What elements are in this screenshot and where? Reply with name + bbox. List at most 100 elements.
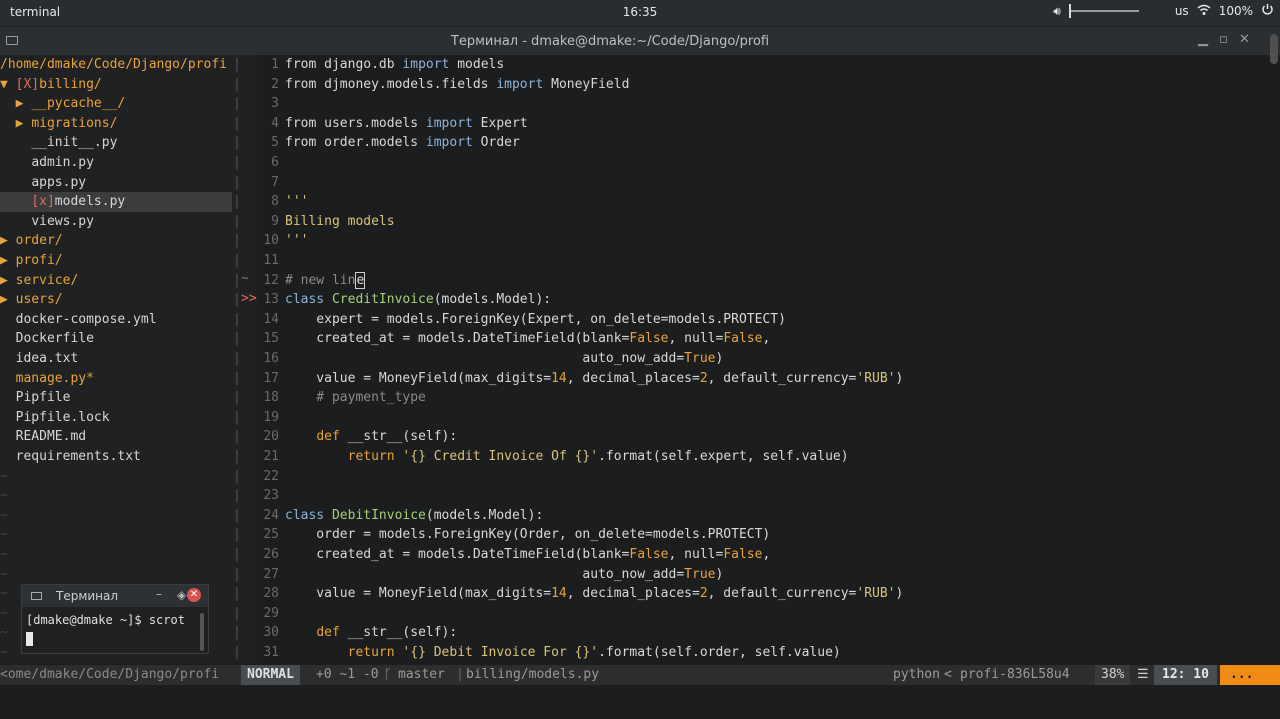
- wifi-icon[interactable]: [1197, 4, 1211, 19]
- tree-file[interactable]: README.md: [0, 427, 232, 447]
- code-line[interactable]: 3: [257, 94, 1270, 114]
- code-token: , null=: [668, 547, 724, 562]
- command-line[interactable]: [0, 685, 1280, 719]
- window-titlebar[interactable]: Терминал - dmake@dmake:~/Code/Django/pro…: [0, 27, 1280, 55]
- tree-file[interactable]: views.py: [0, 212, 232, 232]
- code-line[interactable]: 12 # new line: [257, 271, 1270, 291]
- code-line[interactable]: 18 # payment_type: [257, 388, 1270, 408]
- status-filetype: python: [893, 667, 940, 682]
- tree-folder[interactable]: ▶ __pycache__/: [0, 94, 232, 114]
- code-token: 'RUB': [856, 370, 896, 386]
- code-line[interactable]: 20 def __str__(self):: [257, 427, 1270, 447]
- volume-slider[interactable]: [1068, 4, 1139, 18]
- code-line[interactable]: 1 from django.db import models: [257, 55, 1270, 75]
- mini-terminal-prompt[interactable]: [dmake@dmake ~]$ scrot: [26, 613, 185, 627]
- mini-terminal-window[interactable]: Терминал – ◈ ✕ [dmake@dmake ~]$ scrot: [21, 584, 209, 654]
- code-token: , default_currency=: [707, 586, 857, 602]
- power-icon[interactable]: [1261, 3, 1274, 19]
- code-line[interactable]: 24 class DebitInvoice(models.Model):: [257, 506, 1270, 526]
- tree-file[interactable]: admin.py: [0, 153, 232, 173]
- code-token: return: [347, 645, 395, 660]
- maximize-icon[interactable]: ◈: [177, 588, 186, 602]
- code-token: (models.Model):: [425, 507, 544, 523]
- tree-entry-label: idea.txt: [15, 351, 79, 366]
- tree-root-path[interactable]: /home/dmake/Code/Django/profi: [0, 55, 232, 75]
- code-line[interactable]: 14 expert = models.ForeignKey(Expert, on…: [257, 310, 1270, 330]
- status-tree-path: <ome/dmake/Code/Django/profi: [0, 667, 220, 682]
- code-line[interactable]: 5 from order.models import Order: [257, 133, 1270, 153]
- code-token: # payment_type: [285, 390, 426, 406]
- tree-file[interactable]: idea.txt: [0, 349, 232, 369]
- system-tray: 🔊︎ us 100%: [1053, 3, 1274, 19]
- code-line[interactable]: 26 created_at = models.DateTimeField(bla…: [257, 545, 1270, 565]
- code-line[interactable]: 19: [257, 408, 1270, 428]
- code-editor[interactable]: 1 from django.db import models 2 from djmon…: [257, 55, 1270, 663]
- tree-folder[interactable]: ▶ profi/: [0, 251, 232, 271]
- tree-file[interactable]: Pipfile.lock: [0, 408, 232, 428]
- tree-file[interactable]: docker-compose.yml: [0, 310, 232, 330]
- tree-file[interactable]: apps.py: [0, 173, 232, 193]
- code-line[interactable]: 4 from users.models import Expert: [257, 114, 1270, 134]
- line-number: 16: [263, 351, 279, 366]
- code-line[interactable]: 29: [257, 604, 1270, 624]
- code-token: CreditInvoice: [331, 292, 434, 308]
- code-line[interactable]: 7: [257, 173, 1270, 193]
- maximize-icon[interactable]: ▫: [1219, 32, 1228, 47]
- code-line[interactable]: 30 def __str__(self):: [257, 623, 1270, 643]
- tree-file[interactable]: Pipfile: [0, 388, 232, 408]
- tree-separator: |: [233, 449, 241, 464]
- minimize-icon[interactable]: –: [156, 587, 162, 601]
- code-line[interactable]: 13 class CreditInvoice(models.Model):: [257, 290, 1270, 310]
- mini-terminal-titlebar[interactable]: Терминал – ◈ ✕: [22, 585, 208, 607]
- tree-file[interactable]: manage.py*: [0, 369, 232, 389]
- code-line[interactable]: 11: [257, 251, 1270, 271]
- code-line[interactable]: 16 auto_now_add=True): [257, 349, 1270, 369]
- tree-file[interactable]: [x]models.py: [0, 192, 232, 212]
- mini-terminal-scrollbar[interactable]: [200, 613, 204, 651]
- tree-file[interactable]: __init__.py: [0, 133, 232, 153]
- keyboard-layout[interactable]: us: [1175, 4, 1189, 18]
- close-icon[interactable]: ✕: [1239, 32, 1250, 47]
- code-line[interactable]: 28 value = MoneyField(max_digits=14, dec…: [257, 584, 1270, 604]
- line-number: 13: [263, 292, 279, 308]
- battery-level[interactable]: 100%: [1219, 4, 1253, 18]
- line-number: 3: [271, 96, 279, 112]
- terminal-scrollbar[interactable]: [1270, 34, 1278, 64]
- top-panel: terminal 16:35 🔊︎ us 100%: [0, 0, 1280, 26]
- code-token: ): [895, 586, 904, 602]
- tree-folder[interactable]: ▶ migrations/: [0, 114, 232, 134]
- tree-separator: |: [233, 605, 241, 621]
- code-token: False: [629, 331, 669, 347]
- code-token: '{} Credit Invoice Of {}': [402, 449, 599, 464]
- code-line[interactable]: 15 created_at = models.DateTimeField(bla…: [257, 329, 1270, 349]
- line-number: 21: [263, 449, 279, 464]
- code-line[interactable]: 2 from djmoney.models.fields import Money…: [257, 75, 1270, 95]
- tree-file[interactable]: requirements.txt: [0, 447, 232, 467]
- code-line[interactable]: 22: [257, 467, 1270, 487]
- code-token: djmoney.models.fields: [324, 76, 497, 92]
- tree-folder[interactable]: ▶ order/: [0, 231, 232, 251]
- tree-file[interactable]: Dockerfile: [0, 329, 232, 349]
- tree-folder[interactable]: ▶ users/: [0, 290, 232, 310]
- code-line[interactable]: 17 value = MoneyField(max_digits=14, dec…: [257, 369, 1270, 389]
- code-line[interactable]: 9 Billing models: [257, 212, 1270, 232]
- volume-slider-knob[interactable]: [1068, 4, 1071, 18]
- code-token: from: [285, 135, 325, 151]
- tree-folder[interactable]: ▼ [X]billing/: [0, 75, 232, 95]
- minimize-icon[interactable]: ▁: [1198, 32, 1208, 47]
- tree-folder[interactable]: ▶ service/: [0, 271, 232, 291]
- code-line[interactable]: 8 ''': [257, 192, 1270, 212]
- code-token: MoneyField: [543, 76, 630, 92]
- tree-empty-line: ~: [0, 468, 8, 484]
- code-line[interactable]: 10 ''': [257, 231, 1270, 251]
- volume-icon[interactable]: 🔊︎: [1053, 4, 1061, 19]
- code-line[interactable]: 6: [257, 153, 1270, 173]
- code-line[interactable]: 25 order = models.ForeignKey(Order, on_d…: [257, 525, 1270, 545]
- code-line[interactable]: 23: [257, 486, 1270, 506]
- code-line[interactable]: 27 auto_now_add=True): [257, 565, 1270, 585]
- close-icon[interactable]: ✕: [187, 588, 201, 602]
- code-line[interactable]: 31 return '{} Debit Invoice For {}'.form…: [257, 643, 1270, 663]
- tree-entry-label: docker-compose.yml: [15, 311, 157, 327]
- code-line[interactable]: 21 return '{} Credit Invoice Of {}'.form…: [257, 447, 1270, 467]
